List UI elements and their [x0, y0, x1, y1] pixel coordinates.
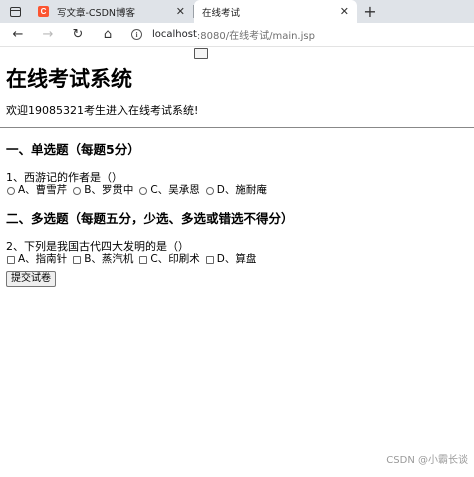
watermark: CSDN @小霸长谈	[386, 455, 468, 466]
reload-button[interactable]: ↻	[63, 23, 93, 47]
checkbox[interactable]	[7, 255, 15, 264]
tab-title: 在线考试	[202, 7, 241, 19]
radio-button[interactable]	[139, 186, 148, 195]
checkbox[interactable]	[73, 255, 82, 264]
option-1b[interactable]: B、罗贯中	[72, 184, 133, 197]
new-tab-button[interactable]: +	[357, 0, 383, 23]
tab-title: 写文章-CSDN博客	[57, 7, 136, 19]
window-icon	[9, 6, 21, 17]
browser-toolbar: ← → ↻ ⌂ i localhost:8080/在线考试/main.jsp	[0, 23, 474, 47]
option-label: C、印刷术	[150, 253, 200, 265]
checkbox[interactable]	[205, 255, 214, 264]
home-button[interactable]: ⌂	[93, 23, 123, 47]
tab-csdn[interactable]: C 写文章-CSDN博客 ✕	[30, 0, 193, 23]
option-2a[interactable]: A、指南针	[6, 253, 67, 266]
divider	[0, 127, 474, 128]
info-icon[interactable]: i	[131, 29, 142, 40]
option-label: A、曹雪芹	[18, 184, 68, 196]
option-label: C、吴承恩	[150, 184, 200, 196]
option-2b[interactable]: B、蒸汽机	[72, 253, 133, 266]
radio-button[interactable]	[205, 186, 214, 195]
option-label: B、蒸汽机	[84, 253, 134, 265]
forward-button[interactable]: →	[33, 23, 63, 47]
page-content: 在线考试系统 欢迎19085321考生进入在线考试系统! 一、单选题（每题5分）…	[0, 48, 474, 477]
question-2-options: A、指南针 B、蒸汽机 C、印刷术 D、算盘	[6, 253, 468, 266]
url-host: localhost	[152, 29, 197, 40]
checkbox[interactable]	[139, 255, 148, 264]
tab-exam[interactable]: 在线考试 ✕	[194, 0, 357, 59]
close-icon[interactable]: ✕	[340, 5, 349, 18]
csdn-icon: C	[38, 6, 49, 17]
page-title: 在线考试系统	[6, 67, 132, 91]
welcome-text: 欢迎19085321考生进入在线考试系统!	[6, 104, 199, 117]
option-1c[interactable]: C、吴承恩	[138, 184, 200, 197]
radio-button[interactable]	[73, 186, 82, 195]
back-button[interactable]: ←	[3, 23, 33, 47]
question-1-options: A、曹雪芹 B、罗贯中 C、吴承恩 D、施耐庵	[6, 184, 468, 197]
close-icon[interactable]: ✕	[176, 5, 185, 18]
section-heading-single-choice: 一、单选题（每题5分）	[6, 142, 140, 157]
tab-bar: C 写文章-CSDN博客 ✕ 在线考试 ✕ +	[0, 0, 474, 59]
option-label: A、指南针	[18, 253, 68, 265]
question-2: 2、下列是我国古代四大发明的是（）	[6, 240, 189, 253]
url-path: :8080/在线考试/main.jsp	[196, 31, 315, 42]
radio-button[interactable]	[7, 186, 15, 195]
address-bar[interactable]: i localhost:8080/在线考试/main.jsp	[123, 25, 474, 45]
option-2d[interactable]: D、算盘	[205, 253, 257, 266]
submit-button[interactable]: 提交试卷	[6, 271, 56, 287]
option-1d[interactable]: D、施耐庵	[205, 184, 267, 197]
option-2c[interactable]: C、印刷术	[138, 253, 200, 266]
option-label: D、算盘	[216, 253, 257, 265]
option-label: D、施耐庵	[216, 184, 267, 196]
option-1a[interactable]: A、曹雪芹	[6, 184, 67, 197]
section-heading-multiple-choice: 二、多选题（每题五分，少选、多选或错选不得分）	[6, 211, 294, 226]
tab-actions-button[interactable]	[0, 0, 30, 23]
question-1: 1、西游记的作者是（）	[6, 171, 123, 184]
option-label: B、罗贯中	[84, 184, 134, 196]
